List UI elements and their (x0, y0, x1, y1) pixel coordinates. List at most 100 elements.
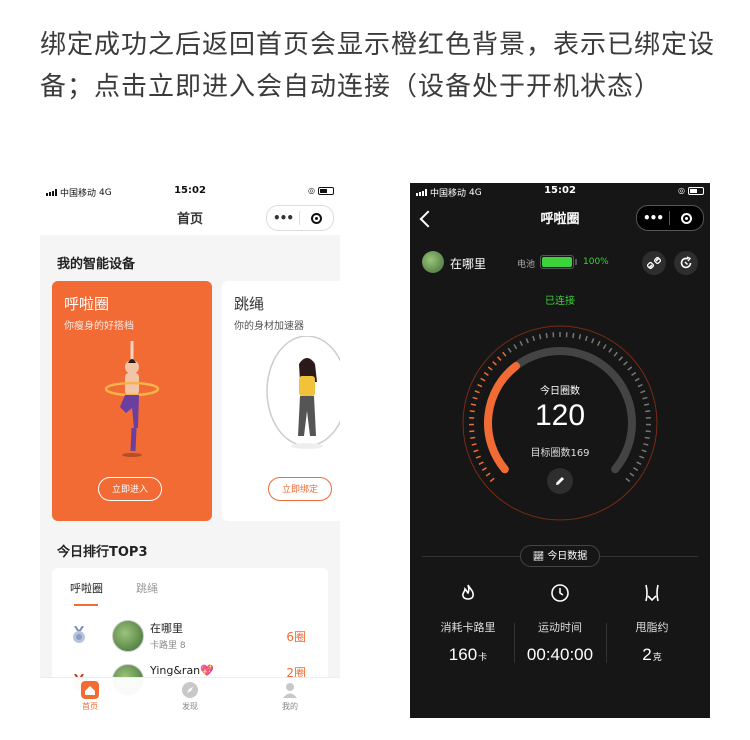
home-screen: 中国移动 4G 15:02 ◎ 首页 ••• 我的智能设备 呼啦圈 你瘦身的好搭… (40, 183, 340, 718)
target-icon (680, 212, 692, 224)
gauge-tick (584, 335, 588, 342)
user-name: 在哪里 (450, 257, 487, 271)
stat-label: 甩脂约 (635, 621, 669, 634)
gauge-tick (631, 371, 637, 376)
gauge-tick (502, 351, 507, 357)
tab-discover[interactable]: 发现 (160, 681, 220, 712)
flame-icon (462, 584, 474, 600)
gauge-tick (492, 361, 497, 366)
gauge-tick (507, 347, 512, 353)
battery-fill (542, 257, 572, 267)
clock-icon (551, 584, 569, 602)
ranking-section-title: 今日排行TOP3 (57, 545, 148, 560)
gauge-tick (644, 436, 650, 440)
lap-count: 120 (534, 399, 586, 432)
clock: 15:02 (174, 185, 206, 196)
gauge-tick (636, 461, 642, 465)
device-battery-indicator (540, 255, 577, 269)
device-name: 呼啦圈 (64, 295, 110, 313)
jump-rope-illustration (266, 336, 340, 449)
tab-mine[interactable]: 我的 (260, 681, 320, 712)
gauge-tick (623, 361, 628, 366)
stat-unit: 卡 (478, 652, 488, 662)
today-data-label: 今日数据 (547, 551, 588, 562)
hula-hoop-illustration (104, 341, 160, 457)
location-icon: ◎ (678, 186, 685, 195)
gauge-tick (597, 340, 601, 347)
tab-hula-hoop[interactable]: 呼啦圈 (70, 580, 103, 596)
device-screen: 中国移动 4G 15:02 ◎ 呼啦圈 ••• 在哪里 电池 100% 已连接 … (410, 183, 710, 718)
stat-unit: 克 (652, 652, 662, 662)
gauge-tick (485, 472, 491, 477)
compass-icon (182, 682, 198, 698)
edit-target-button[interactable] (547, 468, 573, 494)
stat-value: 00:40:00 (526, 645, 594, 664)
gauge-tick (633, 467, 639, 471)
enter-device-button[interactable]: 立即进入 (98, 477, 162, 501)
bind-device-button[interactable]: 立即绑定 (268, 477, 332, 501)
unlink-button[interactable] (642, 251, 666, 275)
battery-percent: 100% (583, 257, 609, 267)
stat-value: 160 (448, 645, 478, 664)
gauge-tick (470, 436, 476, 440)
stat-value: 2 (642, 645, 652, 664)
gauge-tick (538, 334, 542, 340)
pencil-icon (556, 477, 564, 485)
status-bar: 中国移动 4G 15:02 ◎ (410, 183, 710, 199)
device-card-jump-rope[interactable]: 跳绳 你的身材加速器 立即绑定 (222, 281, 340, 521)
refresh-button[interactable] (674, 251, 698, 275)
avatar (112, 620, 144, 652)
device-name: 跳绳 (234, 295, 265, 313)
gauge-tick (483, 371, 489, 376)
clock: 15:02 (544, 185, 576, 196)
status-bar: 中国移动 4G 15:02 ◎ (40, 183, 340, 199)
user-icon (283, 683, 297, 698)
body-icon (645, 584, 659, 602)
ranking-user-name: 在哪里 (150, 622, 183, 635)
tab-label: 我的 (282, 702, 298, 711)
stat-calories: 消耗卡路里 160卡 (418, 583, 518, 665)
gauge-tick (513, 344, 518, 350)
today-data-button[interactable]: 📈︎ 今日数据 (520, 545, 600, 567)
gauge-tick (625, 477, 631, 483)
location-icon: ◎ (308, 186, 315, 195)
battery-icon (688, 186, 704, 195)
gauge-tick (578, 334, 582, 340)
gauge-tick (532, 335, 536, 342)
ranking-row[interactable]: 在哪里 卡路里 8 6圈 (52, 616, 328, 656)
tab-home[interactable]: 首页 (60, 681, 120, 712)
battery-label: 电池 (517, 260, 536, 270)
close-miniprogram-button[interactable] (670, 212, 702, 224)
gauge-tick (489, 477, 495, 483)
chart-icon: 📈︎ (532, 552, 545, 562)
refresh-icon (680, 256, 692, 269)
ranking-user-name: Ying&ran💖 (150, 664, 214, 677)
gauge-tick (572, 332, 575, 339)
tab-jump-rope[interactable]: 跳绳 (136, 580, 158, 596)
miniprogram-capsule: ••• (266, 205, 334, 231)
more-button[interactable]: ••• (637, 211, 669, 225)
device-card-hula-hoop[interactable]: 呼啦圈 你瘦身的好搭档 立即进入 (52, 281, 212, 521)
avatar (422, 251, 444, 273)
gauge-tick (525, 338, 529, 344)
connection-status: 已连接 (545, 296, 575, 307)
gauge-tick (497, 356, 502, 361)
gauge-tick (591, 338, 595, 344)
stat-fat-burn: 甩脂约 2克 (602, 583, 702, 665)
medal-icon (73, 626, 85, 643)
ranking-user-calories: 卡路里 8 (150, 641, 186, 651)
gauge-tick (608, 347, 613, 353)
more-button[interactable]: ••• (267, 211, 299, 225)
miniprogram-capsule: ••• (636, 205, 704, 231)
gauge-tick (627, 366, 633, 371)
gauge-tick (602, 344, 607, 350)
gauge-tick (629, 472, 635, 477)
gauge-tick (634, 377, 640, 382)
bottom-tab-bar: 首页 发现 我的 (40, 677, 340, 718)
gauge-tick (480, 377, 486, 382)
close-miniprogram-button[interactable] (300, 212, 332, 224)
devices-section-title: 我的智能设备 (57, 257, 136, 272)
lap-target: 目标圈数169 (530, 448, 590, 459)
target-icon (310, 212, 322, 224)
device-subtitle: 你瘦身的好搭档 (64, 321, 134, 332)
